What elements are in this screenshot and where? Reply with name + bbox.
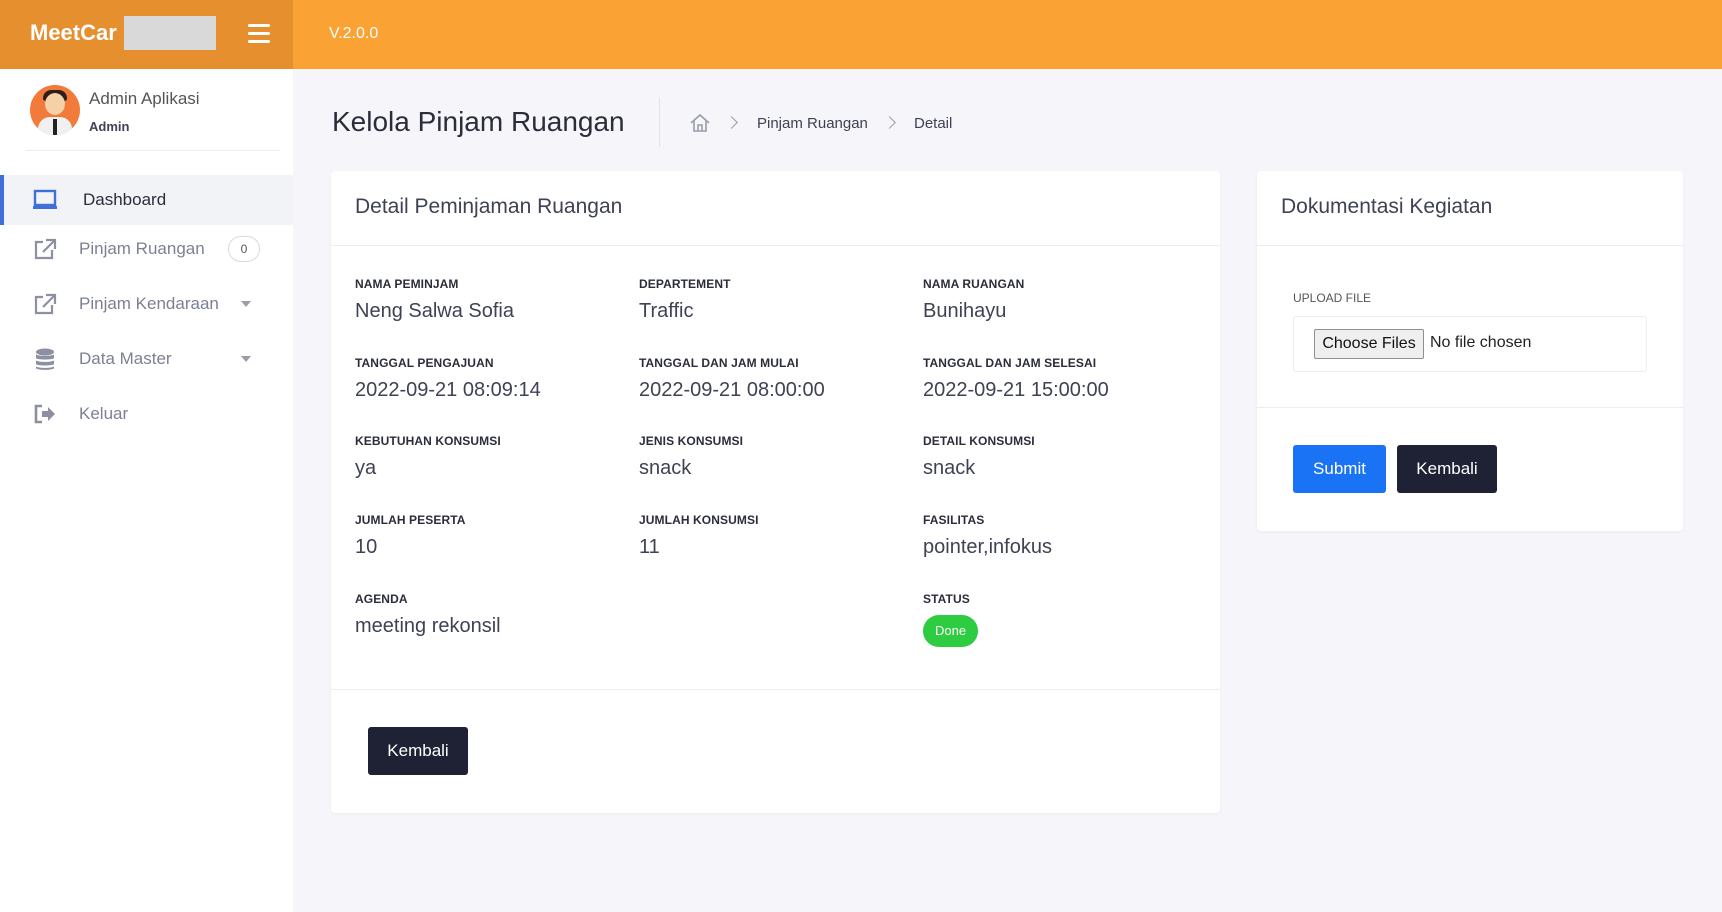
sidebar-item-pinjam-ruangan[interactable]: Pinjam Ruangan 0: [0, 224, 293, 274]
field-nama-peminjam: NAMA PEMINJAM Neng Salwa Sofia: [355, 277, 625, 323]
top-bar: MeetCar V.2.0.0: [0, 0, 1722, 69]
home-icon[interactable]: [689, 112, 711, 134]
field-label: KEBUTUHAN KONSUMSI: [355, 434, 501, 448]
field-label: JENIS KONSUMSI: [639, 434, 744, 448]
field-agenda: AGENDA meeting rekonsil: [355, 592, 625, 638]
database-icon: [36, 348, 54, 370]
user-name: Admin Aplikasi: [89, 89, 200, 108]
field-label: FASILITAS: [923, 513, 985, 527]
field-label: TANGGAL DAN JAM SELESAI: [923, 356, 1097, 370]
kembali-button[interactable]: Kembali: [368, 727, 468, 775]
card-divider: [331, 689, 1220, 690]
field-jumlah-peserta: JUMLAH PESERTA 10: [355, 513, 625, 559]
field-jumlah-konsumsi: JUMLAH KONSUMSI 11: [639, 513, 909, 559]
sidebar-item-label: Pinjam Ruangan: [79, 239, 205, 258]
status-badge: Done: [923, 615, 979, 647]
sign-out-icon: [34, 404, 55, 424]
laptop-icon: [33, 189, 57, 209]
field-tanggal-mulai: TANGGAL DAN JAM MULAI 2022-09-21 08:00:0…: [639, 356, 909, 402]
field-value: 11: [639, 536, 660, 558]
external-link-icon: [34, 293, 57, 315]
brand-name[interactable]: MeetCar: [30, 20, 117, 46]
breadcrumb-link[interactable]: Pinjam Ruangan: [757, 115, 868, 132]
hamburger-menu-icon[interactable]: [248, 24, 270, 44]
submit-button[interactable]: Submit: [1293, 445, 1386, 493]
field-label: TANGGAL PENGAJUAN: [355, 356, 494, 370]
card-title: Dokumentasi Kegiatan: [1281, 195, 1493, 218]
field-tanggal-pengajuan: TANGGAL PENGAJUAN 2022-09-21 08:09:14: [355, 356, 625, 402]
chevron-right-icon: [883, 116, 896, 129]
field-detail-konsumsi: DETAIL KONSUMSI snack: [923, 434, 1193, 480]
user-role: Admin: [89, 119, 130, 134]
field-nama-ruangan: NAMA RUANGAN Bunihayu: [923, 277, 1193, 323]
documentation-card: Dokumentasi Kegiatan UPLOAD FILE Choose …: [1257, 171, 1683, 531]
sidebar-item-dashboard[interactable]: Dashboard: [0, 175, 293, 225]
field-tanggal-selesai: TANGGAL DAN JAM SELESAI 2022-09-21 15:00…: [923, 356, 1193, 402]
choose-files-button[interactable]: Choose Files: [1314, 329, 1424, 359]
sidebar-item-label: Pinjam Kendaraan: [79, 294, 219, 313]
field-label: NAMA RUANGAN: [923, 277, 1025, 291]
field-value: Traffic: [639, 300, 694, 322]
field-value: 2022-09-21 15:00:00: [923, 379, 1109, 401]
card-divider: [331, 245, 1220, 246]
sidebar: Admin Aplikasi Admin Dashboard Pinjam Ru…: [0, 69, 293, 912]
file-input[interactable]: Choose Files No file chosen: [1293, 316, 1647, 372]
field-label: AGENDA: [355, 592, 408, 606]
sidebar-item-pinjam-kendaraan[interactable]: Pinjam Kendaraan: [0, 279, 293, 329]
chevron-down-icon: [241, 301, 251, 307]
upload-file-label: UPLOAD FILE: [1293, 291, 1372, 305]
field-value: ya: [355, 457, 377, 479]
field-status: STATUS Done: [923, 592, 1193, 647]
breadcrumb-current: Detail: [914, 115, 953, 132]
external-link-icon: [34, 238, 57, 260]
field-value: Neng Salwa Sofia: [355, 300, 514, 322]
field-label: STATUS: [923, 592, 970, 606]
field-value: 10: [355, 536, 378, 558]
file-status-text: No file chosen: [1430, 334, 1532, 351]
sidebar-item-label: Keluar: [79, 404, 129, 423]
field-value: snack: [639, 457, 692, 479]
page-title: Kelola Pinjam Ruangan: [332, 106, 625, 137]
field-label: DEPARTEMENT: [639, 277, 731, 291]
sidebar-item-label: Dashboard: [83, 190, 167, 209]
brand-logo-placeholder: [124, 16, 216, 50]
field-label: TANGGAL DAN JAM MULAI: [639, 356, 799, 370]
field-value: Bunihayu: [923, 300, 1007, 322]
sidebar-item-keluar[interactable]: Keluar: [0, 389, 293, 439]
field-value: meeting rekonsil: [355, 615, 501, 637]
sidebar-item-data-master[interactable]: Data Master: [0, 334, 293, 384]
app-version: V.2.0.0: [329, 25, 379, 42]
field-value: 2022-09-21 08:00:00: [639, 379, 825, 401]
avatar: [30, 85, 80, 135]
brand-area: MeetCar: [0, 0, 293, 69]
card-title: Detail Peminjaman Ruangan: [355, 195, 623, 218]
detail-card: Detail Peminjaman Ruangan NAMA PEMINJAM …: [331, 171, 1220, 813]
field-label: JUMLAH KONSUMSI: [639, 513, 759, 527]
field-departement: DEPARTEMENT Traffic: [639, 277, 909, 323]
sidebar-item-label: Data Master: [79, 349, 172, 368]
field-value: snack: [923, 457, 976, 479]
field-label: JUMLAH PESERTA: [355, 513, 466, 527]
field-value: 2022-09-21 08:09:14: [355, 379, 541, 401]
kembali-button[interactable]: Kembali: [1397, 445, 1497, 493]
count-badge: 0: [228, 236, 260, 262]
chevron-right-icon: [725, 116, 738, 129]
field-fasilitas: FASILITAS pointer,infokus: [923, 513, 1193, 559]
field-label: DETAIL KONSUMSI: [923, 434, 1035, 448]
field-label: NAMA PEMINJAM: [355, 277, 459, 291]
card-divider: [1257, 407, 1683, 408]
chevron-down-icon: [241, 356, 251, 362]
user-profile: Admin Aplikasi Admin: [30, 85, 280, 143]
field-value: pointer,infokus: [923, 536, 1052, 558]
card-divider: [1257, 245, 1683, 246]
field-kebutuhan-konsumsi: KEBUTUHAN KONSUMSI ya: [355, 434, 625, 480]
sidebar-divider: [26, 150, 280, 151]
field-jenis-konsumsi: JENIS KONSUMSI snack: [639, 434, 909, 480]
header-divider: [659, 97, 660, 147]
